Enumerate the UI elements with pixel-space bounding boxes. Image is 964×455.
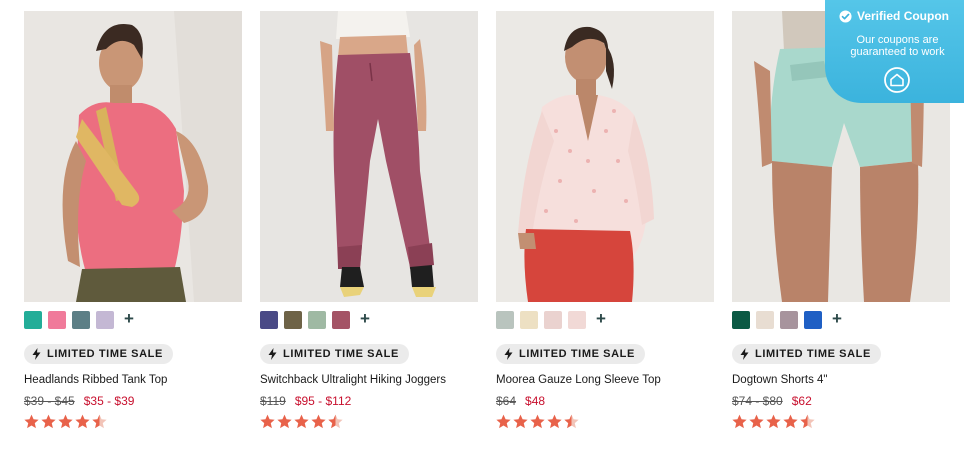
star-icon — [496, 414, 511, 429]
color-swatch[interactable] — [96, 311, 114, 329]
star-icon — [766, 414, 781, 429]
product-grid: + LIMITED TIME SALE Headlands Ribbed Tan… — [24, 11, 951, 451]
color-swatch[interactable] — [520, 311, 538, 329]
product-image[interactable] — [24, 11, 242, 302]
color-swatch[interactable] — [24, 311, 42, 329]
color-swatch[interactable] — [804, 311, 822, 329]
lightning-bolt-icon — [32, 348, 41, 360]
star-icon — [311, 414, 326, 429]
limited-sale-badge: LIMITED TIME SALE — [24, 344, 173, 364]
original-price: $119 — [260, 394, 286, 408]
check-circle-icon — [839, 9, 852, 23]
coupon-description: Our coupons are guaranteed to work — [850, 34, 945, 58]
star-icon — [749, 414, 764, 429]
limited-sale-badge: LIMITED TIME SALE — [496, 344, 645, 364]
star-icon — [513, 414, 528, 429]
product-price: $64 $48 — [496, 394, 545, 408]
product-price: $74 - $80 $62 — [732, 394, 812, 408]
badge-label: LIMITED TIME SALE — [283, 348, 399, 360]
more-colors-plus-icon[interactable]: + — [828, 310, 846, 329]
product-card[interactable]: + LIMITED TIME SALE Headlands Ribbed Tan… — [24, 11, 242, 451]
badge-label: LIMITED TIME SALE — [519, 348, 635, 360]
color-swatches: + — [496, 310, 610, 329]
limited-sale-badge: LIMITED TIME SALE — [732, 344, 881, 364]
color-swatch[interactable] — [496, 311, 514, 329]
star-icon — [260, 414, 275, 429]
color-swatch[interactable] — [732, 311, 750, 329]
coupon-header: Verified Coupon — [839, 9, 949, 23]
star-icon — [294, 414, 309, 429]
color-swatch[interactable] — [332, 311, 350, 329]
more-colors-plus-icon[interactable]: + — [592, 310, 610, 329]
coupon-title: Verified Coupon — [857, 9, 950, 23]
product-name[interactable]: Dogtown Shorts 4" — [732, 374, 828, 386]
product-card[interactable]: + LIMITED TIME SALE Switchback Ultraligh… — [260, 11, 478, 451]
half-star-icon — [800, 414, 815, 429]
color-swatch[interactable] — [284, 311, 302, 329]
color-swatch[interactable] — [780, 311, 798, 329]
color-swatch[interactable] — [308, 311, 326, 329]
limited-sale-badge: LIMITED TIME SALE — [260, 344, 409, 364]
color-swatch[interactable] — [72, 311, 90, 329]
badge-label: LIMITED TIME SALE — [47, 348, 163, 360]
product-image[interactable] — [496, 11, 714, 302]
product-image[interactable] — [260, 11, 478, 302]
lightning-bolt-icon — [268, 348, 277, 360]
original-price: $64 — [496, 394, 517, 408]
lightning-bolt-icon — [504, 348, 513, 360]
house-logo-icon — [884, 67, 910, 93]
color-swatch[interactable] — [568, 311, 586, 329]
color-swatch[interactable] — [756, 311, 774, 329]
star-icon — [75, 414, 90, 429]
more-colors-plus-icon[interactable]: + — [120, 310, 138, 329]
badge-label: LIMITED TIME SALE — [755, 348, 871, 360]
star-icon — [58, 414, 73, 429]
color-swatch[interactable] — [48, 311, 66, 329]
color-swatches: + — [260, 310, 374, 329]
product-name[interactable]: Switchback Ultralight Hiking Joggers — [260, 374, 446, 386]
star-rating[interactable] — [496, 414, 579, 429]
more-colors-plus-icon[interactable]: + — [356, 310, 374, 329]
star-icon — [41, 414, 56, 429]
star-icon — [24, 414, 39, 429]
sale-price: $35 - $39 — [83, 394, 135, 408]
half-star-icon — [564, 414, 579, 429]
sale-price: $48 — [525, 394, 546, 408]
color-swatch[interactable] — [260, 311, 278, 329]
star-icon — [783, 414, 798, 429]
star-icon — [547, 414, 562, 429]
original-price: $74 - $80 — [732, 394, 783, 408]
product-name[interactable]: Headlands Ribbed Tank Top — [24, 374, 167, 386]
color-swatches: + — [732, 310, 846, 329]
half-star-icon — [328, 414, 343, 429]
half-star-icon — [92, 414, 107, 429]
product-photo-tank-top — [24, 11, 242, 302]
star-rating[interactable] — [24, 414, 107, 429]
color-swatch[interactable] — [544, 311, 562, 329]
product-price: $39 - $45 $35 - $39 — [24, 394, 134, 408]
sale-price: $95 - $112 — [294, 394, 352, 408]
product-name[interactable]: Moorea Gauze Long Sleeve Top — [496, 374, 661, 386]
star-icon — [732, 414, 747, 429]
product-price: $119 $95 - $112 — [260, 394, 351, 408]
product-photo-joggers — [260, 11, 478, 302]
sale-price: $62 — [791, 394, 812, 408]
star-rating[interactable] — [260, 414, 343, 429]
star-icon — [530, 414, 545, 429]
color-swatches: + — [24, 310, 138, 329]
verified-coupon-overlay[interactable]: Verified Coupon Our coupons are guarante… — [825, 0, 964, 103]
product-photo-gauze-top — [496, 11, 714, 302]
star-rating[interactable] — [732, 414, 815, 429]
star-icon — [277, 414, 292, 429]
original-price: $39 - $45 — [24, 394, 75, 408]
product-card[interactable]: + LIMITED TIME SALE Moorea Gauze Long Sl… — [496, 11, 714, 451]
lightning-bolt-icon — [740, 348, 749, 360]
